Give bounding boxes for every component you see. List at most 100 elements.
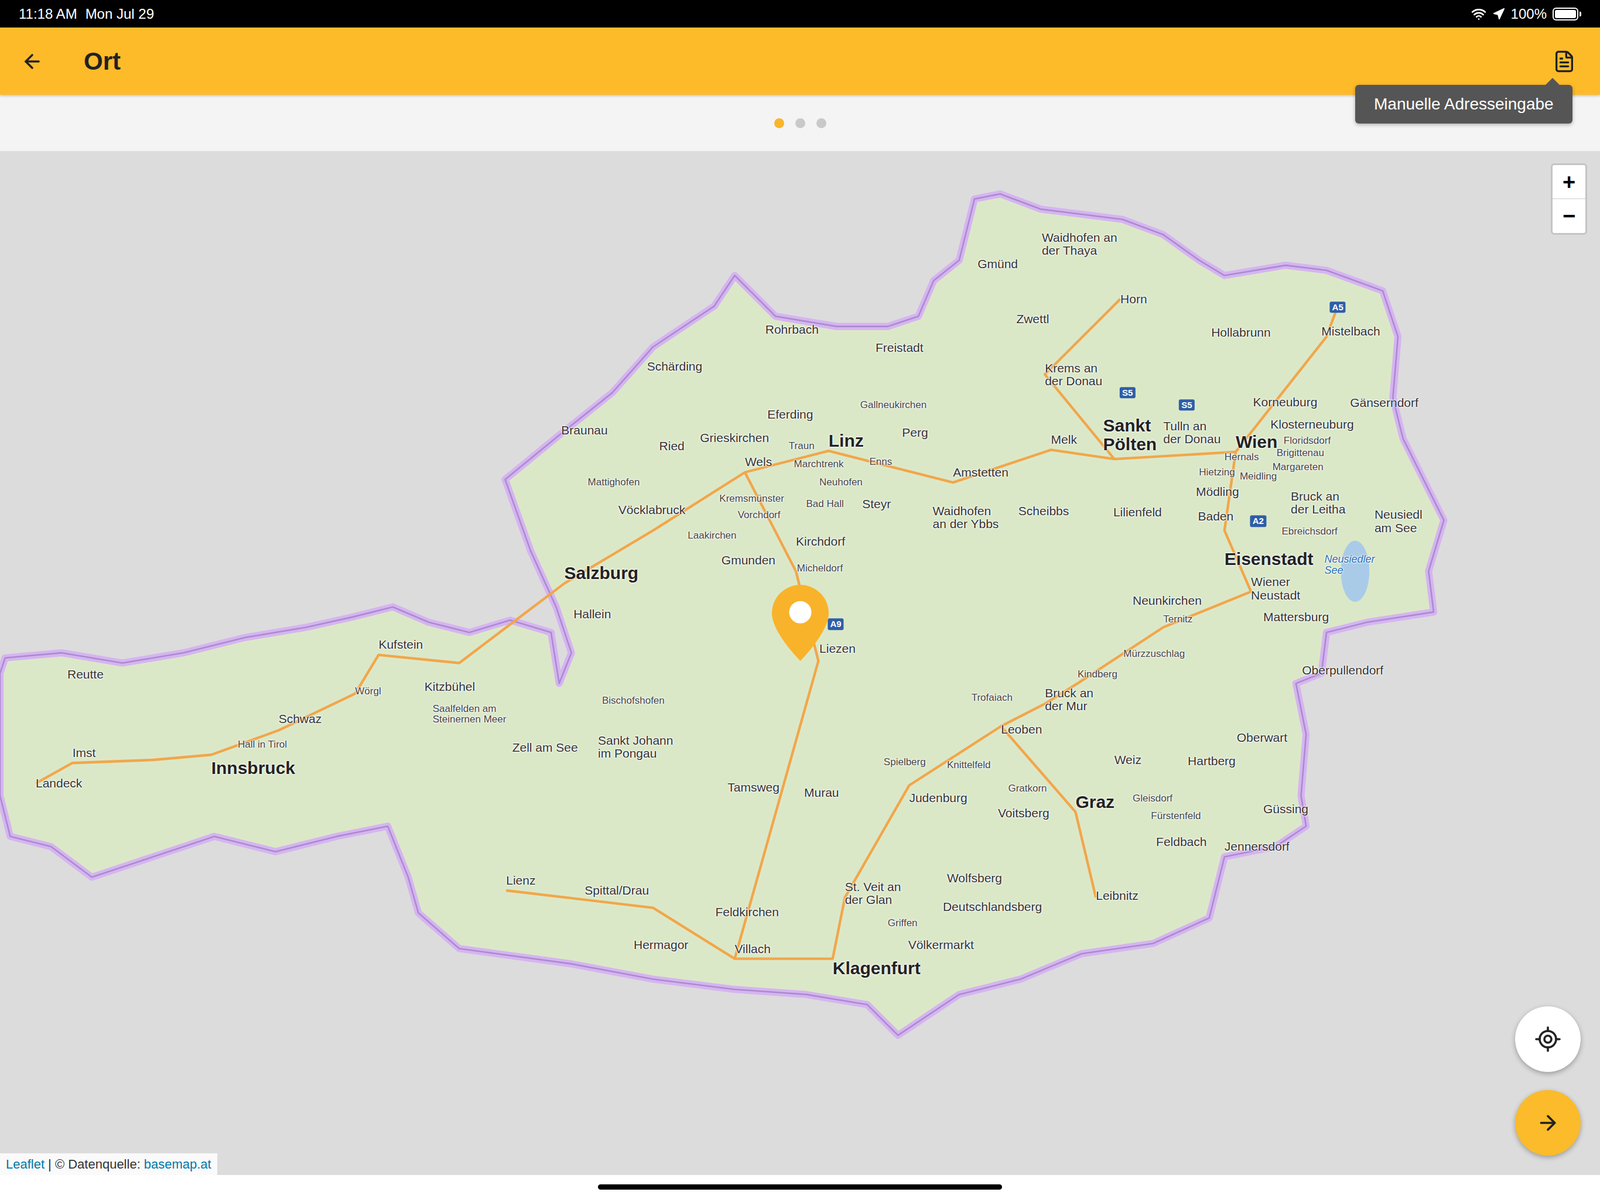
- place-label: Fürstenfeld: [1150, 811, 1201, 822]
- leaflet-link[interactable]: Leaflet: [5, 1154, 45, 1175]
- place-label: Hernals: [1224, 452, 1260, 463]
- place-label: Waidhofenan der Ybbs: [932, 504, 1000, 531]
- next-button[interactable]: [1515, 1090, 1581, 1157]
- place-label: Gleisdorf: [1132, 793, 1173, 805]
- road-shield: A2: [1250, 515, 1267, 528]
- place-label: Schärding: [647, 360, 703, 374]
- zoom-in-button[interactable]: +: [1552, 165, 1586, 200]
- locate-button[interactable]: [1515, 1006, 1581, 1073]
- place-label: Deutschlandsberg: [942, 900, 1042, 914]
- attribution-text: | © Datenquelle:: [48, 1154, 141, 1175]
- place-label: Tulln ander Donau: [1163, 419, 1221, 446]
- place-label: Meidling: [1239, 471, 1277, 482]
- place-label: Feldbach: [1156, 835, 1207, 849]
- place-label: SanktPölten: [1102, 416, 1157, 454]
- wifi-icon: [1471, 6, 1487, 22]
- place-label: Margareten: [1272, 462, 1324, 473]
- place-label: Gmünd: [977, 257, 1018, 271]
- place-label: Melk: [1051, 433, 1078, 447]
- place-label: Neusiedlam See: [1374, 508, 1423, 535]
- place-label: Hietzing: [1198, 467, 1235, 478]
- home-indicator-bar: [0, 1175, 1600, 1199]
- location-icon: [1492, 7, 1506, 21]
- place-label: Reutte: [67, 668, 104, 682]
- place-label: Tamsweg: [727, 781, 780, 795]
- place-label: Neuhofen: [819, 477, 863, 488]
- place-label: Gallneukirchen: [860, 400, 927, 411]
- place-label: Knittelfeld: [946, 760, 991, 771]
- place-label: Mattighofen: [587, 477, 641, 488]
- pager-dot[interactable]: [795, 118, 806, 129]
- pager-dot[interactable]: [816, 118, 827, 129]
- back-button[interactable]: [17, 46, 47, 77]
- place-label: Ried: [659, 439, 685, 453]
- place-label: WienerNeustadt: [1250, 575, 1301, 602]
- manual-address-button[interactable]: [1549, 46, 1579, 77]
- location-pin-icon[interactable]: [771, 585, 829, 662]
- map-attribution: Leaflet| © Datenquelle:basemap.at: [0, 1153, 218, 1176]
- place-label: Lienz: [506, 874, 536, 888]
- place-label: Mödling: [1195, 485, 1240, 499]
- place-label: Neunkirchen: [1132, 594, 1202, 608]
- place-label: Innsbruck: [211, 759, 296, 778]
- place-label: Spittal/Drau: [584, 884, 649, 898]
- place-label: Klosterneuburg: [1270, 418, 1354, 432]
- place-label: Hermagor: [633, 938, 689, 952]
- place-label: Voitsberg: [997, 807, 1050, 820]
- crosshair-icon: [1533, 1025, 1562, 1054]
- place-label: Zell am See: [512, 741, 579, 755]
- place-label: Judenburg: [908, 791, 967, 805]
- place-label: Oberpullendorf: [1301, 664, 1384, 678]
- place-label: Wels: [744, 455, 772, 469]
- app-screen: 11:18 AMMon Jul 29100%OrtGmündWaidhofen …: [0, 0, 1600, 1199]
- place-label: Vöcklabruck: [618, 503, 686, 517]
- place-label: Hallein: [573, 607, 611, 621]
- place-label: Laakirchen: [687, 530, 737, 542]
- zoom-out-button[interactable]: −: [1552, 199, 1586, 234]
- place-label: Perg: [901, 426, 928, 440]
- place-label: Jennersdorf: [1224, 840, 1290, 854]
- pager-dot[interactable]: [774, 118, 785, 129]
- place-label: Schwaz: [278, 712, 323, 726]
- place-label: Feldkirchen: [715, 906, 779, 919]
- place-label: Grieskirchen: [699, 431, 769, 445]
- place-label: Spielberg: [883, 757, 926, 768]
- place-label: Kirchdorf: [795, 535, 846, 549]
- place-label: Enns: [869, 456, 892, 468]
- map[interactable]: GmündWaidhofen ander ThayaHornZwettlHoll…: [0, 151, 1600, 1176]
- place-label: Wien: [1235, 432, 1278, 452]
- place-label: Bad Hall: [805, 498, 844, 510]
- place-label: Oberwart: [1236, 731, 1288, 745]
- page-title: Ort: [83, 42, 121, 80]
- place-label: Klagenfurt: [832, 959, 921, 979]
- zoom-control: +−: [1550, 163, 1588, 235]
- place-label: Mistelbach: [1321, 325, 1380, 338]
- place-label: Bruck ander Leitha: [1290, 490, 1346, 516]
- place-label: Vorchdorf: [737, 510, 781, 521]
- status-date: Mon Jul 29: [85, 3, 155, 25]
- place-label: Saalfelden amSteinernen Meer: [432, 703, 507, 726]
- place-label: Floridsdorf: [1283, 435, 1331, 447]
- place-label: Murau: [804, 786, 840, 800]
- basemap-link[interactable]: basemap.at: [144, 1154, 212, 1175]
- place-label: St. Veit ander Glan: [845, 880, 902, 907]
- place-label: Hartberg: [1187, 754, 1236, 768]
- place-label: Linz: [828, 431, 864, 451]
- place-label: Steyr: [862, 497, 891, 511]
- battery-icon: [1552, 7, 1582, 21]
- place-label: Korneuburg: [1253, 395, 1318, 409]
- austria-map-drawing: [0, 151, 1600, 1176]
- place-label: Kitzbühel: [424, 680, 475, 694]
- home-indicator[interactable]: [597, 1184, 1003, 1191]
- place-label: Landeck: [35, 777, 82, 791]
- place-label: Salzburg: [564, 564, 639, 584]
- place-label: Kremsmünster: [719, 493, 785, 505]
- place-label: Villach: [734, 942, 771, 956]
- place-label: Weiz: [1114, 753, 1142, 767]
- tooltip: Manuelle Adresseingabe: [1355, 84, 1573, 124]
- place-label: NeusiedlerSee: [1324, 554, 1376, 577]
- place-label: Zwettl: [1016, 312, 1049, 326]
- place-label: Amstetten: [952, 466, 1009, 480]
- status-time: 11:18 AM: [18, 3, 78, 25]
- place-label: Traun: [788, 440, 815, 452]
